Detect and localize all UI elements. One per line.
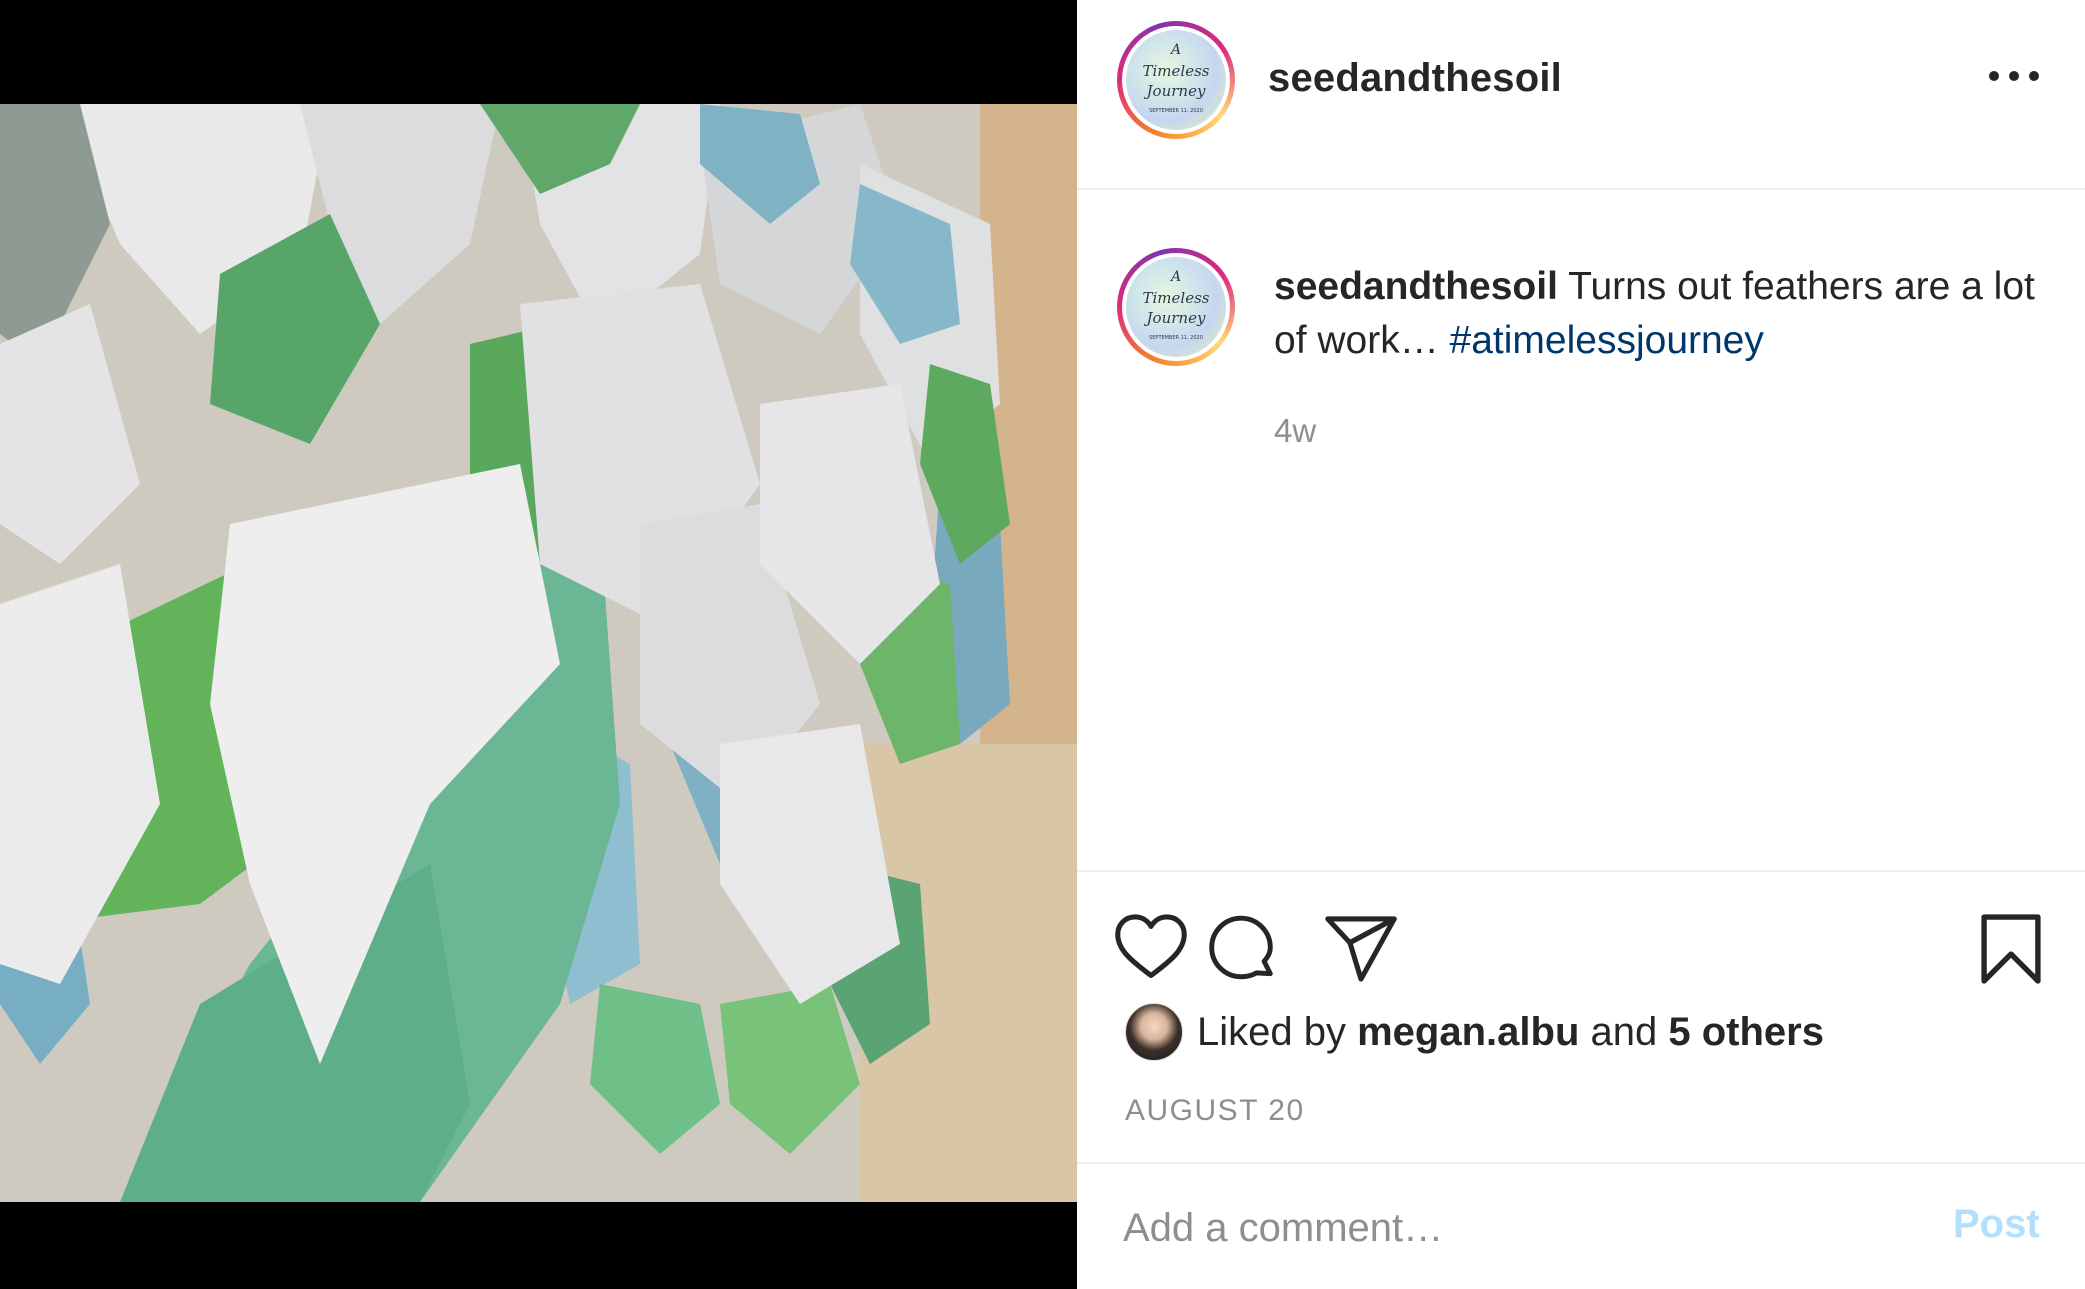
post-media: [0, 0, 1077, 1289]
comment-input[interactable]: [1121, 1192, 1905, 1264]
avatar-logo-image: A Timeless Journey SEPTEMBER 11, 2020: [1126, 30, 1226, 130]
post-date[interactable]: AUGUST 20: [1125, 1094, 1305, 1128]
svg-text:Journey: Journey: [1144, 309, 1206, 327]
post-comment-button[interactable]: Post: [1953, 1202, 2040, 1247]
liker-avatar[interactable]: [1125, 1003, 1183, 1061]
avatar-logo: A Timeless Journey SEPTEMBER 11, 2020: [1143, 269, 1210, 341]
avatar-logo: A Timeless Journey SEPTEMBER 11, 2020: [1143, 42, 1210, 114]
svg-text:SEPTEMBER 11, 2020: SEPTEMBER 11, 2020: [1149, 335, 1203, 341]
more-options-icon[interactable]: [1989, 66, 2039, 86]
svg-text:A: A: [1169, 269, 1181, 285]
post-actions: Liked by megan.albu and 5 others AUGUST …: [1077, 870, 2085, 1162]
post-caption: A Timeless Journey SEPTEMBER 11, 2020 se…: [1077, 190, 2085, 870]
likes-joiner: and: [1590, 1009, 1658, 1054]
bookmark-icon[interactable]: [1977, 912, 2045, 986]
likes-others-link[interactable]: 5 others: [1668, 1010, 1824, 1055]
caption-avatar[interactable]: A Timeless Journey SEPTEMBER 11, 2020: [1117, 248, 1235, 366]
post-photo[interactable]: [0, 104, 1077, 1202]
share-icon[interactable]: [1323, 914, 1399, 984]
caption-username[interactable]: seedandthesoil: [1274, 265, 1558, 308]
caption-hashtag[interactable]: #atimelessjourney: [1450, 319, 1764, 362]
profile-avatar[interactable]: A Timeless Journey SEPTEMBER 11, 2020: [1117, 21, 1235, 139]
post-header: A Timeless Journey SEPTEMBER 11, 2020 se…: [1077, 0, 2085, 190]
comment-icon[interactable]: [1203, 912, 1279, 986]
caption-timestamp[interactable]: 4w: [1274, 412, 1316, 450]
svg-text:Journey: Journey: [1144, 82, 1206, 100]
likes-summary: Liked by megan.albu and 5 others: [1125, 1002, 1824, 1062]
paper-feathers-image: [0, 104, 1077, 1202]
svg-text:A: A: [1169, 42, 1181, 58]
likes-prefix: Liked by: [1197, 1009, 1346, 1054]
comment-box: Post: [1077, 1162, 2085, 1289]
heart-icon[interactable]: [1113, 912, 1189, 982]
instagram-post: A Timeless Journey SEPTEMBER 11, 2020 se…: [0, 0, 2085, 1289]
liker-username[interactable]: megan.albu: [1357, 1010, 1579, 1055]
post-side-panel: A Timeless Journey SEPTEMBER 11, 2020 se…: [1077, 0, 2085, 1289]
svg-text:Timeless: Timeless: [1143, 62, 1210, 80]
svg-text:SEPTEMBER 11, 2020: SEPTEMBER 11, 2020: [1149, 108, 1203, 114]
post-username[interactable]: seedandthesoil: [1268, 56, 1562, 101]
avatar-logo-image: A Timeless Journey SEPTEMBER 11, 2020: [1126, 257, 1226, 357]
caption-text: seedandthesoil Turns out feathers are a …: [1274, 260, 2054, 368]
svg-text:Timeless: Timeless: [1143, 289, 1210, 307]
